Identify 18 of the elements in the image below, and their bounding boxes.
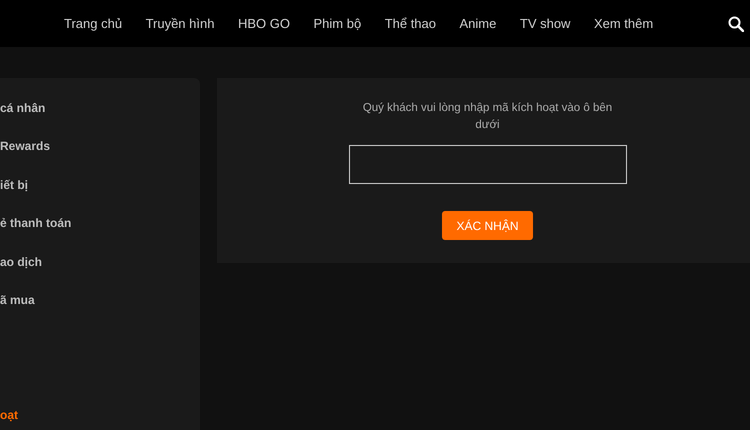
search-icon[interactable] bbox=[728, 16, 744, 32]
sidebar-item[interactable]: iết bị bbox=[0, 176, 200, 214]
sidebar-item[interactable]: Rewards bbox=[0, 137, 200, 176]
nav-link[interactable]: Truyền hình bbox=[146, 14, 214, 34]
sidebar-item[interactable]: cá nhân bbox=[0, 99, 200, 138]
sidebar-item[interactable]: ao dịch bbox=[0, 252, 200, 291]
nav-link[interactable]: Anime bbox=[460, 14, 496, 34]
nav-link[interactable]: Phim bộ bbox=[313, 14, 362, 34]
instruction-text: Quý khách vui lòng nhập mã kích hoạt vào ô bên dưới bbox=[362, 101, 614, 133]
nav-link[interactable]: Thể thao bbox=[384, 14, 436, 34]
nav-link[interactable]: Xem thêm bbox=[594, 14, 654, 34]
nav-link[interactable]: HBO GO bbox=[238, 14, 290, 34]
sidebar-item[interactable]: ẻ thanh toán bbox=[0, 214, 200, 253]
sidebar-item[interactable]: ã mua bbox=[0, 290, 200, 330]
nav-link[interactable]: Trang chủ bbox=[64, 14, 122, 34]
sidebar-item[interactable]: oạt bbox=[0, 406, 200, 430]
nav-link[interactable]: TV show bbox=[520, 14, 570, 34]
code-field[interactable] bbox=[348, 145, 626, 184]
